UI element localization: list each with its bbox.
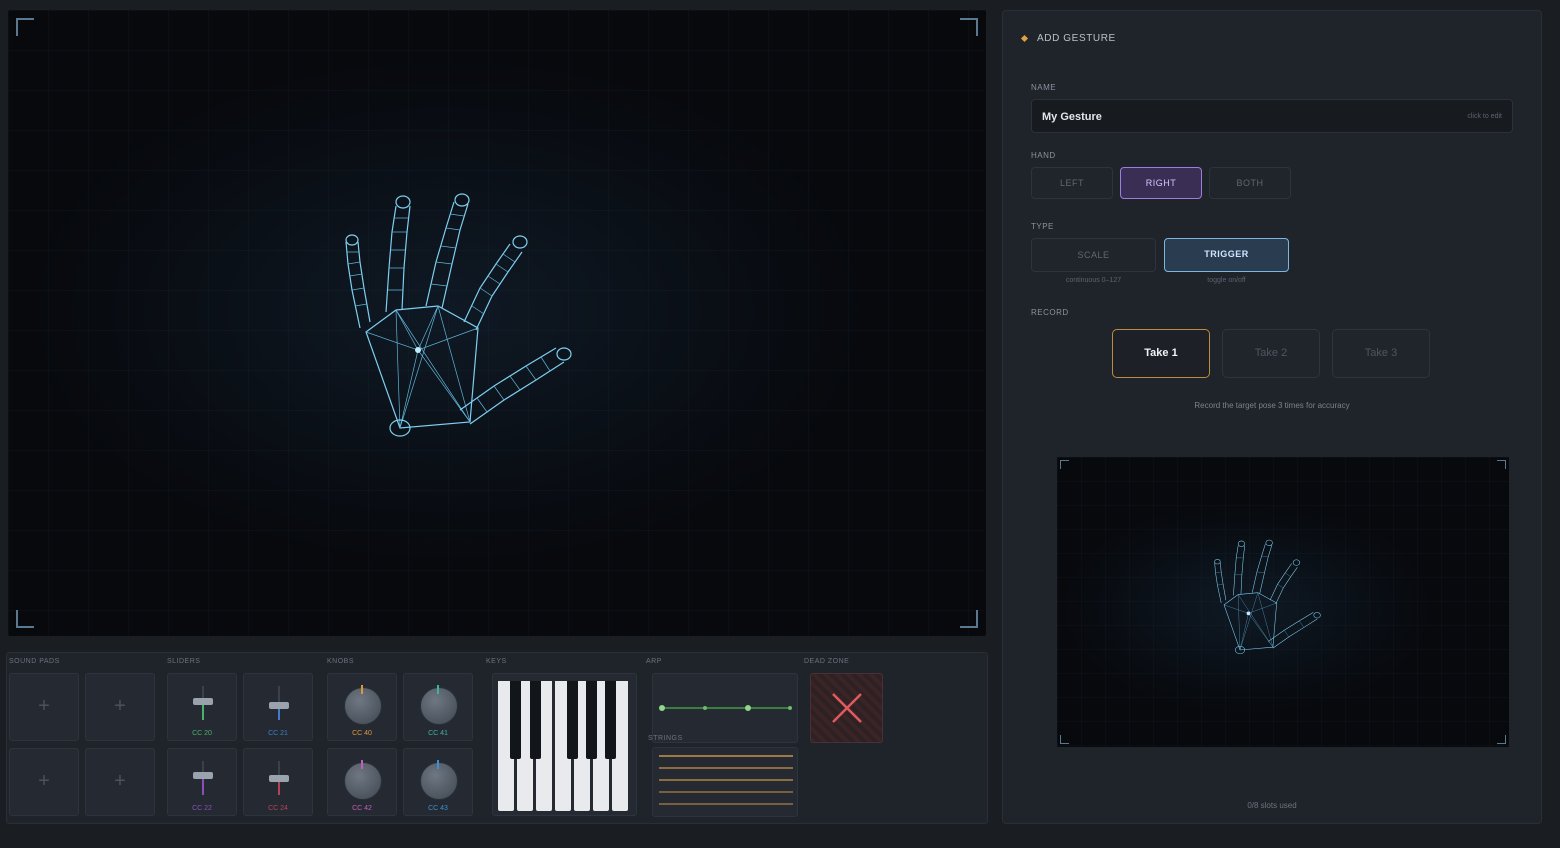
type-label: TYPE bbox=[1031, 222, 1054, 231]
strings-pad[interactable] bbox=[652, 747, 798, 817]
black-key[interactable] bbox=[586, 681, 597, 759]
slider-handle[interactable] bbox=[269, 701, 289, 709]
slider-cc-label: CC 22 bbox=[192, 805, 212, 812]
type-option-trigger[interactable]: TRIGGER bbox=[1164, 238, 1289, 272]
plus-icon: + bbox=[38, 695, 50, 717]
knob-cc41[interactable]: CC 41 bbox=[403, 673, 473, 741]
record-hint: Record the target pose 3 times for accur… bbox=[1194, 401, 1350, 410]
hand-option-left[interactable]: LEFT bbox=[1031, 167, 1113, 199]
plus-icon: + bbox=[114, 770, 126, 792]
sound-pad-3[interactable]: + bbox=[9, 748, 79, 816]
record-label: RECORD bbox=[1031, 308, 1069, 317]
sliders-label: SLIDERS bbox=[167, 658, 201, 665]
sound-pad-4[interactable]: + bbox=[85, 748, 155, 816]
slider-cc20[interactable]: CC 20 bbox=[167, 673, 237, 741]
close-x-icon bbox=[832, 693, 862, 723]
strings-label: STRINGS bbox=[648, 735, 683, 742]
panel-title: ADD GESTURE bbox=[1037, 33, 1116, 44]
slider-handle[interactable] bbox=[269, 775, 289, 782]
gesture-name-value: My Gesture bbox=[1042, 111, 1102, 123]
knob-cc43[interactable]: CC 43 bbox=[403, 748, 473, 816]
knob-indicator bbox=[437, 760, 439, 769]
arp-label: ARP bbox=[646, 658, 662, 665]
preview-hand-wireframe bbox=[1214, 539, 1321, 655]
knob-cc40[interactable]: CC 40 bbox=[327, 673, 397, 741]
knob-cc-label: CC 43 bbox=[428, 805, 448, 812]
gesture-name-input[interactable]: My Gesture click to edit bbox=[1031, 99, 1513, 133]
controls-strip: SOUND PADS SLIDERS KNOBS KEYS ARP DEAD Z… bbox=[6, 652, 988, 824]
knob-dial[interactable] bbox=[420, 762, 458, 800]
slider-cc-label: CC 24 bbox=[268, 805, 288, 812]
black-key[interactable] bbox=[605, 681, 616, 759]
trigger-subtext: toggle on/off bbox=[1207, 277, 1246, 284]
hand-tracking-viewport bbox=[8, 10, 986, 636]
black-key[interactable] bbox=[530, 681, 541, 759]
hand-option-both[interactable]: BOTH bbox=[1209, 167, 1291, 199]
sound-pad-2[interactable]: + bbox=[85, 673, 155, 741]
knobs-label: KNOBS bbox=[327, 658, 355, 665]
hand-wireframe bbox=[345, 193, 572, 437]
knob-cc-label: CC 40 bbox=[352, 730, 372, 737]
slider-cc-label: CC 21 bbox=[268, 730, 288, 737]
sound-pad-1[interactable]: + bbox=[9, 673, 79, 741]
arp-pad[interactable] bbox=[652, 673, 798, 743]
string-lines bbox=[659, 755, 793, 805]
slider-handle[interactable] bbox=[193, 771, 213, 779]
plus-icon: + bbox=[38, 770, 50, 792]
black-key[interactable] bbox=[567, 681, 578, 759]
knob-cc-label: CC 42 bbox=[352, 805, 372, 812]
take-3-button[interactable]: Take 3 bbox=[1332, 329, 1430, 378]
slider-handle[interactable] bbox=[193, 698, 213, 706]
keys-label: KEYS bbox=[486, 658, 507, 665]
knob-cc42[interactable]: CC 42 bbox=[327, 748, 397, 816]
plus-icon: + bbox=[114, 695, 126, 717]
knob-dial[interactable] bbox=[420, 687, 458, 725]
slider-cc21[interactable]: CC 21 bbox=[243, 673, 313, 741]
scale-subtext: continuous 0–127 bbox=[1065, 277, 1122, 284]
dead-zone-pad[interactable] bbox=[810, 673, 883, 743]
take-1-button[interactable]: Take 1 bbox=[1112, 329, 1210, 378]
black-key[interactable] bbox=[510, 681, 521, 759]
piano-keys[interactable] bbox=[492, 673, 637, 816]
knob-dial[interactable] bbox=[344, 687, 382, 725]
hand-option-right[interactable]: RIGHT bbox=[1120, 167, 1202, 199]
name-edit-hint: click to edit bbox=[1467, 113, 1502, 120]
hand-label: HAND bbox=[1031, 151, 1056, 160]
knob-indicator bbox=[361, 760, 363, 769]
sound-pads-label: SOUND PADS bbox=[9, 658, 60, 665]
take-2-button[interactable]: Take 2 bbox=[1222, 329, 1320, 378]
slots-used-text: 0/8 slots used bbox=[1247, 801, 1297, 810]
title-diamond-icon bbox=[1020, 34, 1029, 43]
slider-cc24[interactable]: CC 24 bbox=[243, 748, 313, 816]
dead-zone-label: DEAD ZONE bbox=[804, 658, 850, 665]
slider-cc-label: CC 20 bbox=[192, 730, 212, 737]
knob-cc-label: CC 41 bbox=[428, 730, 448, 737]
gesture-preview-viewport bbox=[1057, 457, 1509, 747]
slider-cc22[interactable]: CC 22 bbox=[167, 748, 237, 816]
name-label: NAME bbox=[1031, 83, 1057, 92]
knob-dial[interactable] bbox=[344, 762, 382, 800]
arp-sequence-line bbox=[659, 705, 792, 711]
knob-indicator bbox=[437, 685, 439, 694]
knob-indicator bbox=[361, 685, 363, 694]
add-gesture-panel: ADD GESTURE NAME My Gesture click to edi… bbox=[1002, 10, 1542, 824]
type-option-scale[interactable]: SCALE bbox=[1031, 238, 1156, 272]
